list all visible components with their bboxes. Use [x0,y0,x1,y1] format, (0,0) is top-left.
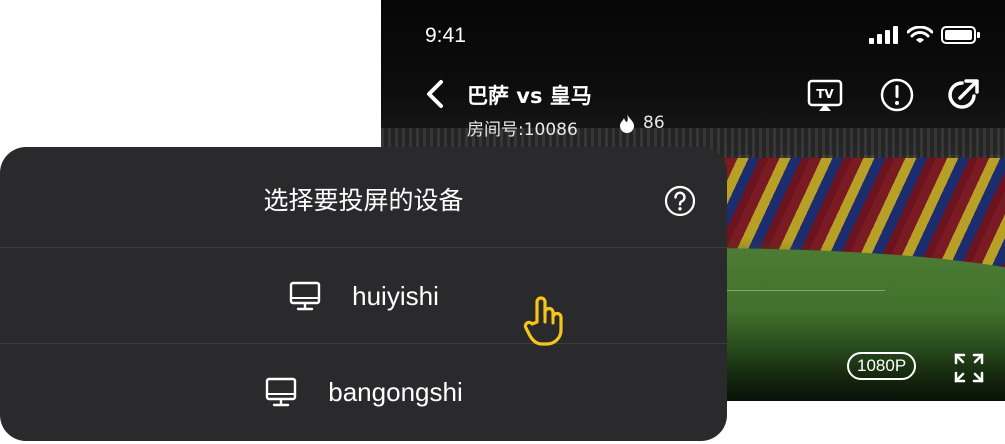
device-name: huiyishi [352,280,439,311]
quality-button[interactable]: 1080P [847,352,917,380]
flame-icon [620,114,634,133]
monitor-icon [266,377,297,407]
tap-hand-icon [523,296,563,346]
dialog-title: 选择要投屏的设备 [263,186,464,215]
heat-count: 86 [643,113,665,133]
help-circle-icon[interactable] [664,185,696,217]
device-name: bangongshi [328,376,463,407]
battery-icon [941,26,980,44]
room-number: 房间号:10086 [467,120,578,140]
tv-cast-icon[interactable]: TV [806,76,844,114]
monitor-icon [289,281,321,311]
back-chevron-icon[interactable] [421,78,449,110]
fullscreen-icon[interactable] [953,352,985,384]
share-icon[interactable] [944,76,982,114]
device-item-huiyishi[interactable]: huiyishi [0,248,727,344]
svg-text:TV: TV [816,87,834,101]
signal-icon [869,26,898,44]
cast-device-dialog: 选择要投屏的设备 huiyishi bangongshi [0,147,727,441]
status-time: 9:41 [425,24,466,47]
match-title: 巴萨 vs 皇马 [467,84,592,108]
status-icons [869,26,981,44]
report-icon[interactable] [878,76,916,114]
heat-indicator: 86 [619,113,665,133]
wifi-icon [907,26,933,43]
device-item-bangongshi[interactable]: bangongshi [0,344,727,440]
